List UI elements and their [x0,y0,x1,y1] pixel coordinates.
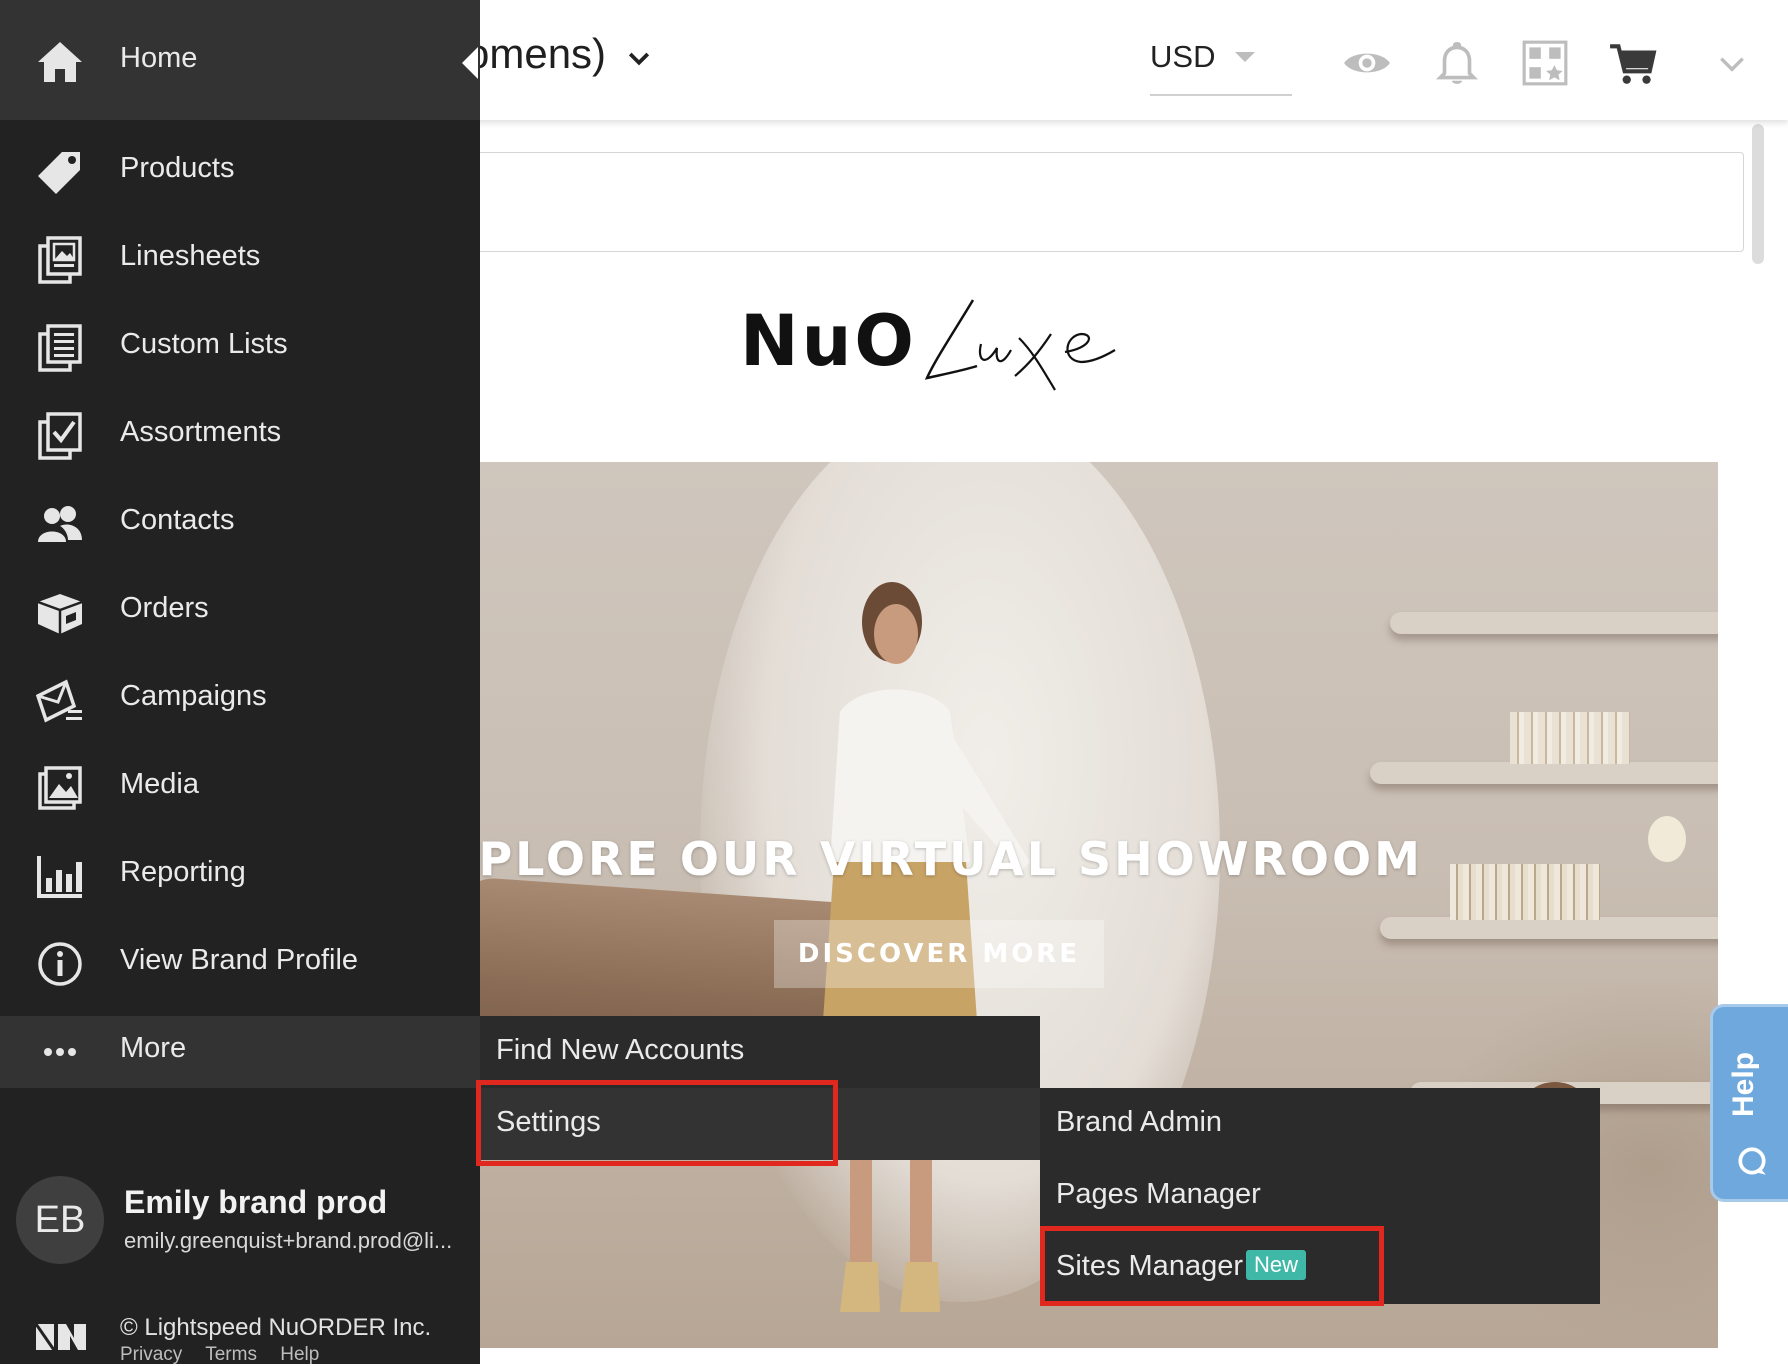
more-dots-icon [44,1048,76,1056]
sidebar-item-label: View Brand Profile [120,944,359,976]
logo-script-luxe [924,299,1116,391]
info-icon [38,942,82,986]
chevron-down-icon[interactable] [624,44,654,74]
menu-item-brand-admin[interactable]: Brand Admin [1040,1088,1600,1160]
sidebar-item-campaigns[interactable]: Campaigns [0,664,480,736]
highlight-settings-box [476,1080,838,1166]
hero-heading: XPLORE OUR VIRTUAL SHOWROOM [470,832,1423,886]
menu-item-label: Brand Admin [1056,1106,1223,1138]
list-icon [38,324,82,372]
highlight-sites-manager-box [1040,1226,1384,1306]
sidebar-item-label: Assortments [120,416,282,448]
sidebar-item-label: Media [120,768,199,800]
menu-item-label: Pages Manager [1056,1178,1261,1210]
sidebar-item-label: Orders [120,592,209,624]
sidebar-item-orders[interactable]: Orders [0,576,480,648]
sidebar-item-label: Products [120,152,235,184]
sidebar-item-label: Contacts [120,504,235,536]
sidebar-item-label: More [120,1032,187,1064]
discover-more-button[interactable]: DISCOVER MORE [774,920,1104,988]
sidebar-item-linesheets[interactable]: Linesheets [0,224,480,296]
chevron-down-icon[interactable] [1716,48,1748,80]
logo-wordmark: NuO [740,300,917,382]
help-label: Help [1727,1051,1760,1117]
terms-link[interactable]: Terms [205,1344,257,1365]
help-button[interactable]: Help [1710,1004,1788,1202]
image-icon [38,766,82,810]
sidebar-item-assortments[interactable]: Assortments [0,400,480,472]
qr-code-icon[interactable] [1520,38,1570,88]
sidebar-item-custom-lists[interactable]: Custom Lists [0,312,480,384]
sidebar-item-more[interactable]: More [0,1016,480,1088]
cart-icon[interactable] [1608,38,1658,88]
nuorder-logo-icon [36,1323,86,1351]
sidebar-item-products[interactable]: Products [0,136,480,208]
caret-down-icon [1235,52,1255,62]
currency-value: USD [1150,39,1216,74]
bell-icon[interactable] [1432,38,1482,88]
sidebar-item-label: Home [120,42,198,74]
sidebar-item-label: Campaigns [120,680,267,712]
sidebar-item-home[interactable]: Home [0,0,480,120]
user-name: Emily brand prod [124,1184,388,1220]
sidebar-item-view-brand-profile[interactable]: View Brand Profile [0,928,480,1000]
menu-item-label: Find New Accounts [496,1034,745,1066]
sidebar-item-label: Reporting [120,856,246,888]
tag-icon [38,152,80,194]
sidebar-item-reporting[interactable]: Reporting [0,840,480,912]
privacy-link[interactable]: Privacy [120,1344,182,1365]
bar-chart-icon [37,856,82,898]
eye-icon[interactable] [1342,38,1392,88]
chat-bubble-icon [1738,1147,1766,1175]
menu-item-pages-manager[interactable]: Pages Manager [1040,1160,1600,1232]
sidebar-item-contacts[interactable]: Contacts [0,488,480,560]
avatar[interactable]: EB [16,1176,104,1264]
sidebar-item-label: Linesheets [120,240,261,272]
sidebar-item-label: Custom Lists [120,328,288,360]
search-input[interactable] [470,152,1744,252]
user-email: emily.greenquist+brand.prod@li... [124,1228,453,1253]
home-icon [38,42,82,82]
sidebar-item-media[interactable]: Media [0,752,480,824]
brand-selector-title[interactable]: omens) [466,30,606,78]
checklist-icon [38,412,82,460]
menu-item-find-new-accounts[interactable]: Find New Accounts [480,1016,1040,1088]
footer-links: Privacy Terms Help [120,1344,337,1366]
scrollbar[interactable] [1752,124,1764,264]
campaign-icon [36,679,82,723]
users-icon [38,506,82,542]
copyright-text: © Lightspeed NuORDER Inc. [120,1314,432,1341]
sidebar: Home Products Linesheets Custom Lists As… [0,0,480,1366]
linesheets-icon [38,236,82,284]
active-indicator [462,47,478,79]
help-link[interactable]: Help [280,1344,319,1365]
currency-select[interactable]: USD [1150,32,1292,96]
brand-logo: NuO [740,290,1140,400]
box-icon [37,594,83,634]
